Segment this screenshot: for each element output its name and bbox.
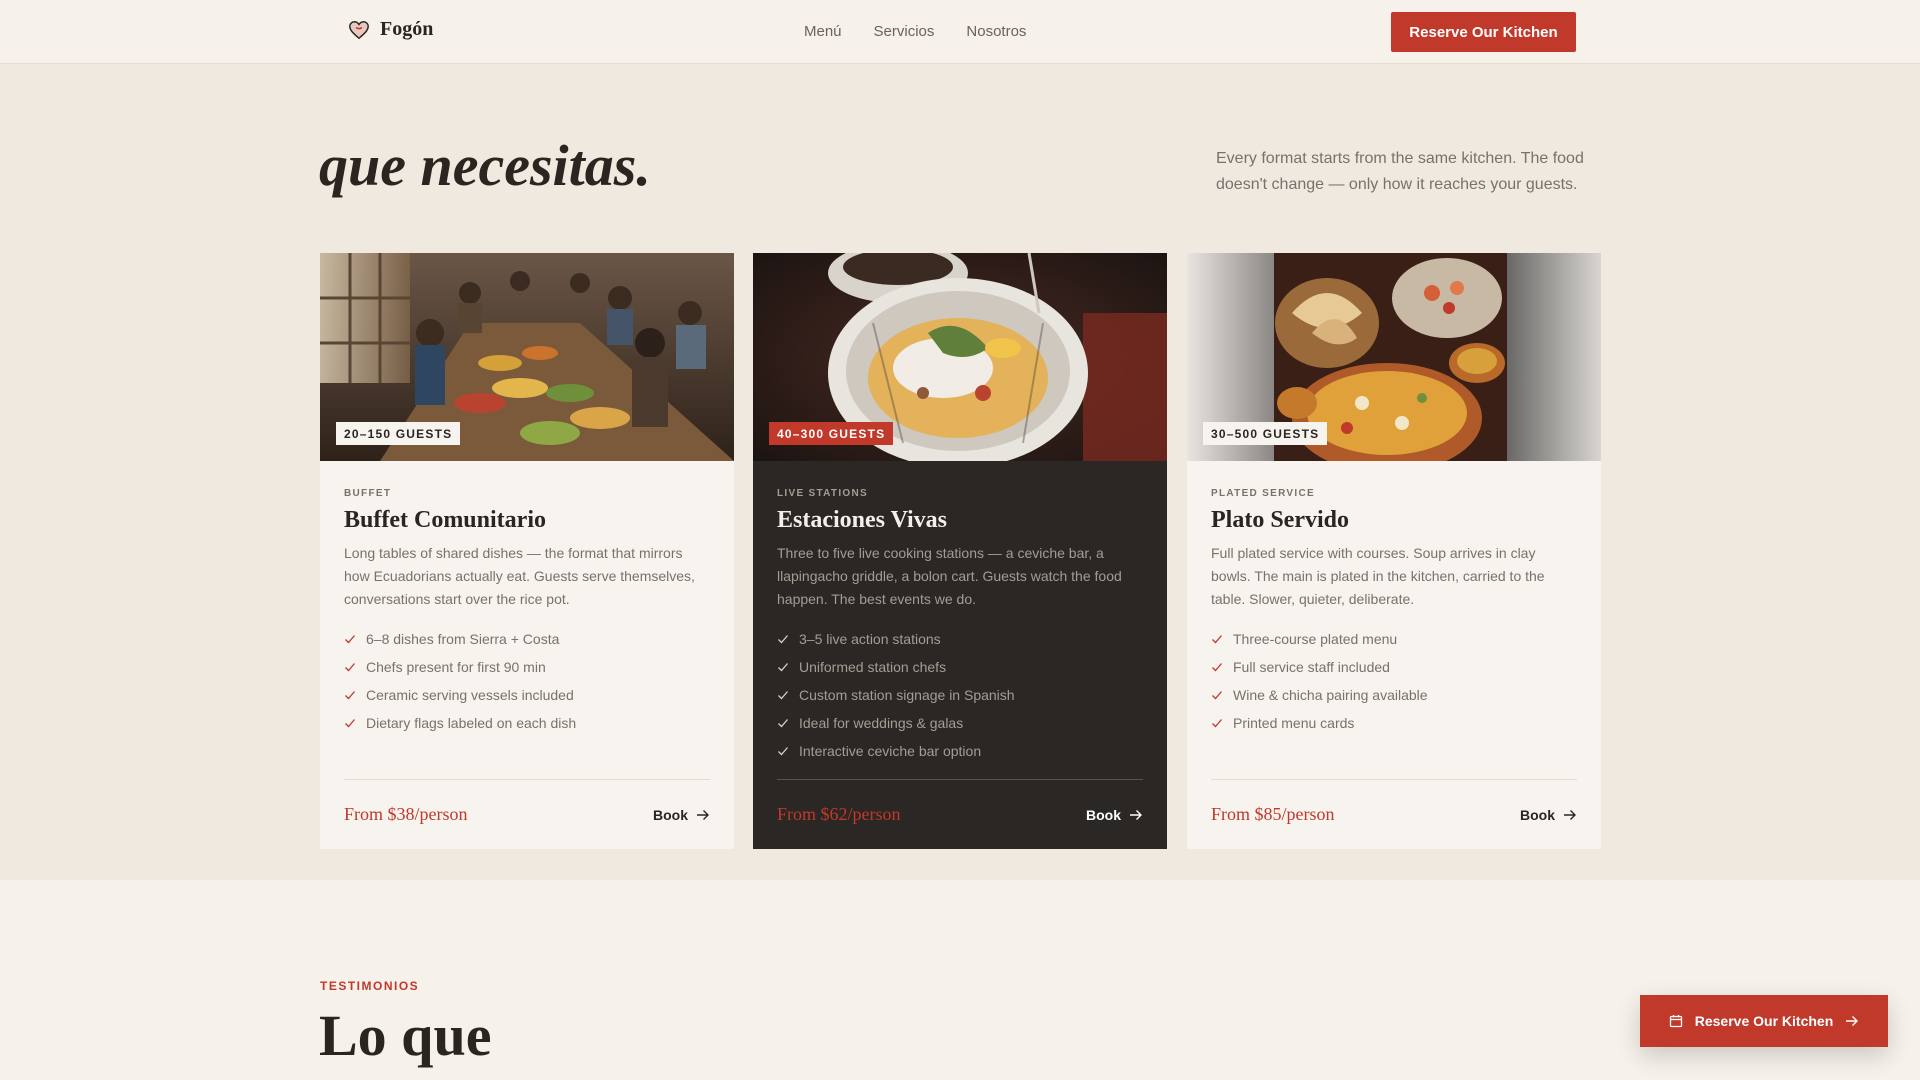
book-button[interactable]: Book [1086, 807, 1143, 823]
heart-logo-icon [349, 20, 369, 39]
card-kicker: BUFFET [344, 488, 392, 499]
feature-item: 6–8 dishes from Sierra + Costa [344, 625, 710, 653]
floating-reserve-button[interactable]: Reserve Our Kitchen [1640, 995, 1888, 1047]
card-description: Three to five live cooking stations — a … [777, 545, 1122, 607]
price-label: From $85/person [1211, 804, 1335, 824]
feature-list: 6–8 dishes from Sierra + Costa Chefs pre… [344, 625, 710, 737]
feature-item: Uniformed station chefs [777, 653, 1143, 681]
feature-item: 3–5 live action stations [777, 625, 1143, 653]
check-icon [1212, 691, 1222, 700]
section-description: Every format starts from the same kitche… [1216, 150, 1584, 193]
check-icon [1212, 663, 1222, 672]
nav-link-servicios[interactable]: Servicios [874, 23, 935, 40]
section-title: que necesitas. [319, 133, 651, 198]
feature-item: Dietary flags labeled on each dish [344, 709, 710, 737]
top-navbar: Fogón Menú Servicios Nosotros Reserve Ou… [0, 0, 1920, 64]
check-icon [1212, 635, 1222, 644]
check-icon [1212, 719, 1222, 728]
card-title: Estaciones Vivas [777, 507, 948, 533]
brand-logo[interactable]: Fogón [348, 18, 433, 41]
testimonials-kicker: TESTIMONIOS [320, 979, 420, 993]
floating-cta-label: Reserve Our Kitchen [1694, 1013, 1834, 1029]
card-footer: From $85/person Book [1211, 779, 1577, 849]
check-icon [345, 663, 355, 672]
arrow-right-icon [1846, 1016, 1859, 1026]
card-description: Long tables of shared dishes — the forma… [344, 545, 695, 607]
card-kicker: PLATED SERVICE [1211, 488, 1315, 499]
services-section: que necesitas. Every format starts from … [0, 64, 1920, 880]
feature-item: Ceramic serving vessels included [344, 681, 710, 709]
service-card-plated: 30–500 GUESTS PLATED SERVICE Plato Servi… [1187, 253, 1601, 849]
check-icon [778, 747, 788, 756]
price-label: From $62/person [777, 804, 901, 824]
feature-list: 3–5 live action stations Uniformed stati… [777, 625, 1143, 765]
card-description: Full plated service with courses. Soup a… [1211, 545, 1545, 607]
feature-item: Printed menu cards [1211, 709, 1577, 737]
testimonials-title: Lo que [319, 1003, 492, 1068]
service-card-live-stations: 40–300 GUESTS LIVE STATIONS Estaciones V… [753, 253, 1167, 849]
feature-list: Three-course plated menu Full service st… [1211, 625, 1577, 737]
check-icon [778, 663, 788, 672]
feature-item: Chefs present for first 90 min [344, 653, 710, 681]
card-kicker: LIVE STATIONS [777, 488, 868, 499]
reserve-kitchen-button[interactable]: Reserve Our Kitchen [1391, 12, 1576, 52]
arrow-right-icon [1130, 809, 1142, 820]
calendar-icon [1669, 1015, 1682, 1028]
check-icon [778, 719, 788, 728]
feature-item: Ideal for weddings & galas [777, 709, 1143, 737]
main-nav: Menú Servicios Nosotros [804, 23, 1026, 40]
card-title: Buffet Comunitario [344, 507, 546, 533]
book-button[interactable]: Book [1520, 807, 1577, 823]
check-icon [778, 691, 788, 700]
check-icon [778, 635, 788, 644]
brand-name: Fogón [380, 18, 434, 40]
feature-item: Wine & chicha pairing available [1211, 681, 1577, 709]
guest-count-badge: 20–150 GUESTS [336, 422, 461, 445]
feature-item: Interactive ceviche bar option [777, 737, 1143, 765]
nav-link-nosotros[interactable]: Nosotros [966, 23, 1026, 40]
feature-item: Full service staff included [1211, 653, 1577, 681]
testimonials-section: TESTIMONIOS Lo que [0, 880, 1920, 1080]
guest-count-badge: 30–500 GUESTS [1203, 422, 1328, 445]
feature-item: Three-course plated menu [1211, 625, 1577, 653]
service-card-buffet: 20–150 GUESTS BUFFET Buffet Comunitario … [320, 253, 734, 849]
check-icon [345, 635, 355, 644]
arrow-right-icon [697, 809, 709, 820]
book-button[interactable]: Book [653, 807, 710, 823]
card-title: Plato Servido [1211, 507, 1349, 533]
feature-item: Custom station signage in Spanish [777, 681, 1143, 709]
price-label: From $38/person [344, 804, 468, 824]
check-icon [345, 719, 355, 728]
check-icon [345, 691, 355, 700]
card-footer: From $62/person Book [777, 779, 1143, 849]
guest-count-badge: 40–300 GUESTS [769, 422, 894, 445]
arrow-right-icon [1564, 809, 1576, 820]
card-footer: From $38/person Book [344, 779, 710, 849]
nav-link-menu[interactable]: Menú [804, 23, 842, 40]
